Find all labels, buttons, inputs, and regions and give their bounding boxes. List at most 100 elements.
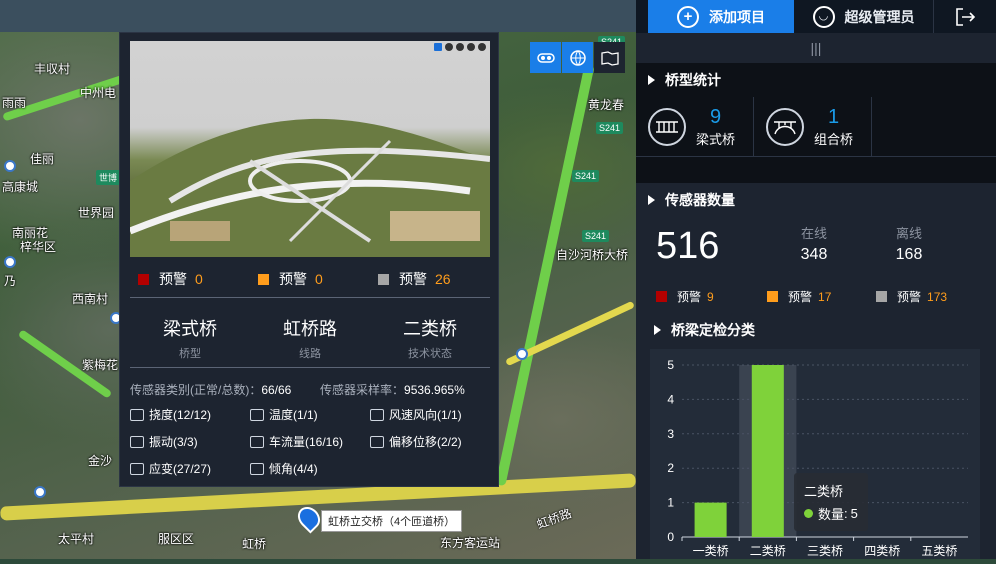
info-route: 虹桥路 线路 bbox=[250, 315, 370, 361]
info-value: 虹桥路 bbox=[283, 319, 337, 339]
warning-grey-swatch bbox=[378, 273, 389, 285]
tooltip-title: 二类桥 bbox=[804, 484, 844, 499]
y-tick-label: 3 bbox=[667, 427, 674, 441]
top-bar: + 添加项目 ◡ 超级管理员 bbox=[636, 0, 996, 33]
toggle-icon[interactable] bbox=[530, 42, 561, 73]
panel-warning: 预警 173 bbox=[876, 288, 947, 305]
x-tick-label: 四类桥 bbox=[864, 544, 900, 558]
scene-tool-icon[interactable] bbox=[478, 43, 486, 51]
info-value: 梁式桥 bbox=[163, 319, 217, 339]
panel-warning: 预警 17 bbox=[767, 288, 831, 305]
x-tick-label: 三类桥 bbox=[807, 544, 843, 558]
poi-icon[interactable] bbox=[516, 348, 528, 360]
add-project-label: 添加项目 bbox=[709, 8, 765, 25]
bridge-type-composite[interactable]: 1 组合桥 bbox=[754, 97, 872, 156]
chart-tooltip: 二类桥 数量: 5 bbox=[794, 473, 868, 531]
sensor-online: 在线 348 bbox=[784, 223, 844, 264]
map-controls bbox=[530, 42, 625, 73]
warning-value: 173 bbox=[927, 289, 948, 304]
x-tick-label: 一类桥 bbox=[693, 544, 729, 558]
warning-item: 预警 0 bbox=[138, 269, 258, 289]
sensor-traffic[interactable]: 车流量(16/16) bbox=[250, 433, 343, 450]
bridge-type-count: 9 bbox=[709, 105, 722, 128]
poi-icon[interactable] bbox=[4, 256, 16, 268]
bridge-3d-view[interactable] bbox=[130, 41, 490, 257]
scene-tool-icon[interactable] bbox=[434, 43, 442, 51]
tooltip-row: 数量: 5 bbox=[804, 504, 858, 523]
popup-warnings: 预警 0 预警 0 预警 26 bbox=[138, 269, 498, 289]
bridge-type-label: 梁式桥 bbox=[696, 131, 736, 147]
inspection-class-section: 桥梁定检分类 0 1 2 3 4 5 一类桥 二类桥 三类桥 四类桥 五类桥 二类桥 数量: 5 bbox=[636, 313, 996, 559]
sensor-temperature[interactable]: 温度(1/1) bbox=[250, 406, 318, 423]
satellite-map[interactable]: 丰収村 中州电 雨雨 佳丽 高康城 世界园 南丽花 梓华区 乃 西南村 紫梅花 … bbox=[0, 0, 636, 559]
bridge-marker-icon[interactable] bbox=[293, 502, 325, 534]
vibration-icon bbox=[130, 435, 144, 448]
online-label: 在线 bbox=[800, 226, 827, 241]
stat-label: 传感器采样率： bbox=[320, 383, 405, 397]
triangle-icon bbox=[648, 75, 655, 85]
user-menu[interactable]: ◡ 超级管理员 bbox=[794, 0, 934, 33]
bridge-marker-label[interactable]: 虹桥立交桥（4个匝道桥） bbox=[321, 510, 463, 532]
sensor-vibration[interactable]: 振动(3/3) bbox=[130, 433, 198, 450]
sensor-wind[interactable]: 风速风向(1/1) bbox=[370, 406, 462, 423]
bridge-type-count: 1 bbox=[827, 105, 840, 128]
warning-orange-swatch bbox=[767, 291, 778, 302]
divider bbox=[130, 297, 490, 298]
section-title: 桥梁定检分类 bbox=[671, 322, 755, 338]
online-value: 348 bbox=[800, 246, 828, 263]
sensor-label: 应变(27/27) bbox=[149, 462, 212, 476]
y-tick-label: 5 bbox=[667, 358, 674, 372]
plus-icon: + bbox=[677, 5, 699, 28]
map-label: 梓华区 bbox=[20, 240, 57, 254]
map-road bbox=[495, 63, 595, 487]
poi-icon[interactable] bbox=[34, 486, 46, 498]
warning-label: 预警 bbox=[399, 271, 427, 287]
map-label: 世界园 bbox=[78, 206, 115, 220]
inspection-class-title: 桥梁定检分类 bbox=[636, 313, 996, 347]
map-label: 黄龙春 bbox=[588, 98, 625, 112]
warning-grey-swatch bbox=[876, 291, 887, 302]
sensor-label: 倾角(4/4) bbox=[269, 462, 318, 476]
sensor-tilt[interactable]: 倾角(4/4) bbox=[250, 460, 318, 477]
map-book-icon[interactable] bbox=[594, 42, 625, 73]
bridge-type-beam[interactable]: 9 梁式桥 bbox=[636, 97, 754, 156]
scene-toolbar bbox=[434, 43, 486, 51]
sensor-total: 516 bbox=[656, 225, 720, 267]
scene-tool-icon[interactable] bbox=[456, 43, 464, 51]
bridge-info-popup: 预警 0 预警 0 预警 26 梁式桥 桥型 虹桥路 线路 二类桥 技术状态 传… bbox=[119, 32, 499, 487]
sample-rate-stat: 传感器采样率：9536.965% bbox=[320, 381, 465, 398]
triangle-icon bbox=[648, 195, 655, 205]
map-label: 虹桥 bbox=[242, 537, 267, 551]
sensor-deflection[interactable]: 挠度(12/12) bbox=[130, 406, 211, 423]
scene-tool-icon[interactable] bbox=[467, 43, 475, 51]
sensor-displacement[interactable]: 偏移位移(2/2) bbox=[370, 433, 462, 450]
divider bbox=[130, 367, 490, 368]
add-project-button[interactable]: + 添加项目 bbox=[648, 0, 794, 33]
scene-tool-icon[interactable] bbox=[445, 43, 453, 51]
highway-shield: S241 bbox=[596, 122, 624, 134]
section-title: 桥型统计 bbox=[665, 72, 721, 88]
panel-drag-handle[interactable]: ||| bbox=[636, 33, 996, 63]
bridge-type-stats: 9 梁式桥 1 组合桥 bbox=[636, 97, 996, 157]
map-label: 太平村 bbox=[58, 532, 95, 546]
warning-value: 0 bbox=[315, 271, 323, 287]
warning-value: 26 bbox=[435, 271, 451, 287]
beam-bridge-icon bbox=[648, 107, 686, 146]
composite-bridge-icon bbox=[766, 107, 804, 146]
globe-icon[interactable] bbox=[562, 42, 593, 73]
map-label: 丰収村 bbox=[34, 62, 71, 76]
sensor-label: 偏移位移(2/2) bbox=[389, 435, 462, 449]
sensor-strain[interactable]: 应变(27/27) bbox=[130, 460, 211, 477]
tooltip-label: 数量 bbox=[818, 507, 845, 522]
map-label: 虹桥路 bbox=[534, 506, 574, 532]
triangle-icon bbox=[654, 325, 661, 335]
inspection-class-chart[interactable]: 0 1 2 3 4 5 一类桥 二类桥 三类桥 四类桥 五类桥 二类桥 数量: 5 bbox=[650, 349, 980, 559]
logout-icon[interactable] bbox=[934, 0, 996, 33]
sensor-type-stat: 传感器类别(正常/总数)：66/66 bbox=[130, 381, 291, 398]
warning-label: 预警 bbox=[677, 290, 702, 304]
warning-item: 预警 26 bbox=[378, 269, 498, 289]
highway-shield: 世博 bbox=[96, 170, 121, 185]
map-label: 佳丽 bbox=[30, 152, 55, 166]
poi-icon[interactable] bbox=[4, 160, 16, 172]
warning-value: 0 bbox=[195, 271, 203, 287]
